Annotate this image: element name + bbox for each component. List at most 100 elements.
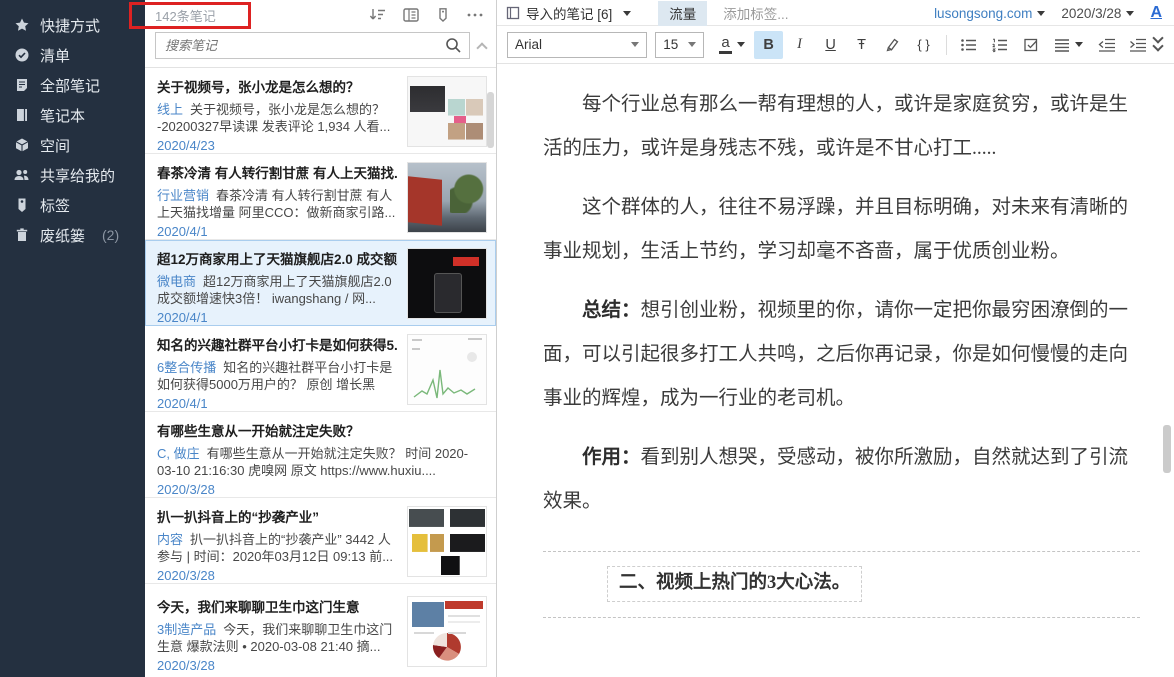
note-list-item[interactable]: 今天，我们来聊聊卫生巾这门生意 3制造产品今天，我们来聊聊卫生巾这门生意 爆款法… <box>145 584 496 677</box>
note-date-selector[interactable]: 2020/3/28 <box>1061 6 1134 21</box>
note-tag-link[interactable]: 3制造产品 <box>157 622 216 637</box>
sidebar-item-spaces[interactable]: 空间 <box>0 130 145 160</box>
sidebar-item-all-notes[interactable]: 全部笔记 <box>0 70 145 100</box>
note-list-item[interactable]: 扒一扒抖音上的“抄袭产业” 内容扒一扒抖音上的“抄袭产业” 3442 人参与 |… <box>145 498 496 584</box>
sidebar-item-checklist[interactable]: 清单 <box>0 40 145 70</box>
checkbox-button[interactable] <box>1017 31 1046 59</box>
font-color-button[interactable]: a <box>712 31 752 59</box>
notes-count-label: 142条笔记 <box>155 6 216 25</box>
font-family-select[interactable]: Arial <box>507 32 647 58</box>
editor-scrollbar-thumb[interactable] <box>1163 425 1171 473</box>
note-tag-link[interactable]: 6整合传播 <box>157 360 216 375</box>
search-icon[interactable] <box>445 37 462 54</box>
note-title: 春茶冷清 有人转行割甘蔗 有人上天猫找... <box>157 162 398 182</box>
sidebar-item-tags[interactable]: 标签 <box>0 190 145 220</box>
font-size-select[interactable]: 15 <box>655 32 704 58</box>
note-style-button[interactable]: A <box>1150 4 1162 22</box>
note-tag-link[interactable]: 微电商 <box>157 274 196 289</box>
note-date: 2020/4/1 <box>157 224 398 239</box>
notes-panel: 142条笔记 <box>145 0 497 677</box>
search-input[interactable] <box>165 38 445 53</box>
italic-button[interactable]: I <box>785 31 814 59</box>
note-tag-link[interactable]: 内容 <box>157 532 183 547</box>
note-snippet: 行业营销春茶冷清 有人转行割甘蔗 有人上天猫找增量 阿里CCO：做新商家引路..… <box>157 187 398 221</box>
indent-button[interactable] <box>1123 31 1152 59</box>
note-thumbnail <box>407 334 487 405</box>
sidebar-item-shared-with-me[interactable]: 共享给我的 <box>0 160 145 190</box>
view-layout-icon[interactable] <box>402 7 420 23</box>
caret-down-icon <box>623 11 631 16</box>
note-tag-link[interactable]: C, 做庄 <box>157 446 200 461</box>
paragraph: 每个行业总有那么一帮有理想的人，或许是家庭贫穷，或许是生活的压力，或许是身残志不… <box>543 83 1140 171</box>
notes-scrollbar-thumb[interactable] <box>487 92 494 148</box>
search-box[interactable] <box>155 32 470 59</box>
more-options-icon[interactable] <box>466 7 484 23</box>
note-snippet: C, 做庄有哪些生意从一开始就注定失败？ 时间 2020-03-10 21:16… <box>157 445 478 479</box>
sidebar-item-trash[interactable]: 废纸篓 (2) <box>0 220 145 250</box>
sidebar-item-shortcuts[interactable]: 快捷方式 <box>0 10 145 40</box>
numbered-list-button[interactable] <box>986 31 1015 59</box>
highlighter-button[interactable] <box>878 31 907 59</box>
notebook-selector[interactable]: 导入的笔记 [6] <box>506 3 631 23</box>
note-tag-link[interactable]: 行业营销 <box>157 188 209 203</box>
note-list-item-selected[interactable]: 超12万商家用上了天猫旗舰店2.0 成交额... 微电商超12万商家用上了天猫旗… <box>145 240 496 326</box>
notebook-icon <box>506 6 520 20</box>
note-list-item[interactable]: 春茶冷清 有人转行割甘蔗 有人上天猫找... 行业营销春茶冷清 有人转行割甘蔗 … <box>145 154 496 240</box>
note-snippet: 线上关于视频号，张小龙是怎么想的？ -20200327早读课 发表评论 1,93… <box>157 101 398 135</box>
sidebar-item-notebooks[interactable]: 笔记本 <box>0 100 145 130</box>
sidebar-item-label: 共享给我的 <box>40 165 115 186</box>
sort-icon[interactable] <box>368 7 387 23</box>
font-color-icon: a <box>719 35 731 54</box>
outdent-button[interactable] <box>1092 31 1121 59</box>
note-tag-link[interactable]: 线上 <box>157 102 183 117</box>
note-snippet: 微电商超12万商家用上了天猫旗舰店2.0 成交额增速快3倍！ iwangshan… <box>157 273 398 307</box>
caret-down-icon <box>1037 11 1045 16</box>
note-thumbnail <box>407 76 487 147</box>
all-notes-icon <box>13 77 30 93</box>
more-tools-icon[interactable] <box>1154 37 1162 53</box>
align-button[interactable] <box>1048 31 1090 59</box>
note-editor-content[interactable]: 每个行业总有那么一帮有理想的人，或许是家庭贫穷，或许是生活的压力，或许是身残志不… <box>497 64 1174 677</box>
note-thumbnail <box>407 596 487 667</box>
toolbar-separator <box>946 35 947 55</box>
bold-button[interactable]: B <box>754 31 783 59</box>
format-toolbar: Arial 15 a B I U Ŧ { } <box>497 26 1174 64</box>
note-tag-chip[interactable]: 流量 <box>658 1 707 26</box>
paragraph-text: 这个群体的人，往往不易浮躁，并且目标明确，对未来有清晰的事业规划，生活上节约，学… <box>543 197 1128 262</box>
note-list: 关于视频号，张小龙是怎么想的？ 线上关于视频号，张小龙是怎么想的？ -20200… <box>145 67 496 677</box>
paragraph: 作用：看到别人想哭，受感动，被你所激励，自然就达到了引流效果。 <box>543 436 1140 524</box>
note-list-item[interactable]: 关于视频号，张小龙是怎么想的？ 线上关于视频号，张小龙是怎么想的？ -20200… <box>145 68 496 154</box>
sidebar-item-label: 标签 <box>40 195 70 216</box>
note-list-item[interactable]: 有哪些生意从一开始就注定失败？ C, 做庄有哪些生意从一开始就注定失败？ 时间 … <box>145 412 496 498</box>
note-title: 知名的兴趣社群平台小打卡是如何获得5... <box>157 334 398 354</box>
note-snippet: 6整合传播知名的兴趣社群平台小打卡是如何获得5000万用户的？ 原创 增长黑盒.… <box>157 359 398 393</box>
editor-panel: 导入的笔记 [6] 流量 添加标签... lusongsong.com 2020… <box>497 0 1174 677</box>
note-source-link[interactable]: lusongsong.com <box>934 6 1045 21</box>
tag-filter-icon[interactable] <box>435 7 451 23</box>
caret-down-icon <box>1126 11 1134 16</box>
notebook-icon <box>13 107 30 123</box>
tag-icon <box>13 197 30 213</box>
chevron-down-icon <box>631 42 639 47</box>
sidebar-item-label: 快捷方式 <box>40 15 100 36</box>
caret-down-icon <box>1075 42 1083 47</box>
sidebar-item-label: 空间 <box>40 135 70 156</box>
sidebar-item-label: 清单 <box>40 45 70 66</box>
note-date: 2020/4/23 <box>157 138 398 153</box>
collapse-search-icon[interactable] <box>476 42 487 53</box>
add-tag-field[interactable]: 添加标签... <box>723 3 788 23</box>
note-list-item[interactable]: 知名的兴趣社群平台小打卡是如何获得5... 6整合传播知名的兴趣社群平台小打卡是… <box>145 326 496 412</box>
cube-icon <box>13 137 30 153</box>
bullet-list-button[interactable] <box>955 31 984 59</box>
code-button[interactable]: { } <box>909 31 938 59</box>
underline-button[interactable]: U <box>816 31 845 59</box>
note-title: 扒一扒抖音上的“抄袭产业” <box>157 506 398 526</box>
note-snippet-text: 关于视频号，张小龙是怎么想的？ -20200327早读课 发表评论 1,934 … <box>157 102 390 134</box>
note-date: 2020/3/28 <box>157 568 398 583</box>
paragraph-lead: 总结： <box>582 300 641 321</box>
note-title: 关于视频号，张小龙是怎么想的？ <box>157 76 398 96</box>
paragraph: 总结：想引创业粉，视频里的你，请你一定把你最穷困潦倒的一面，可以引起很多打工人共… <box>543 289 1140 421</box>
people-icon <box>13 167 30 183</box>
section-heading: 二、视频上热门的3大心法。 <box>607 566 862 602</box>
strikethrough-button[interactable]: Ŧ <box>847 31 876 59</box>
